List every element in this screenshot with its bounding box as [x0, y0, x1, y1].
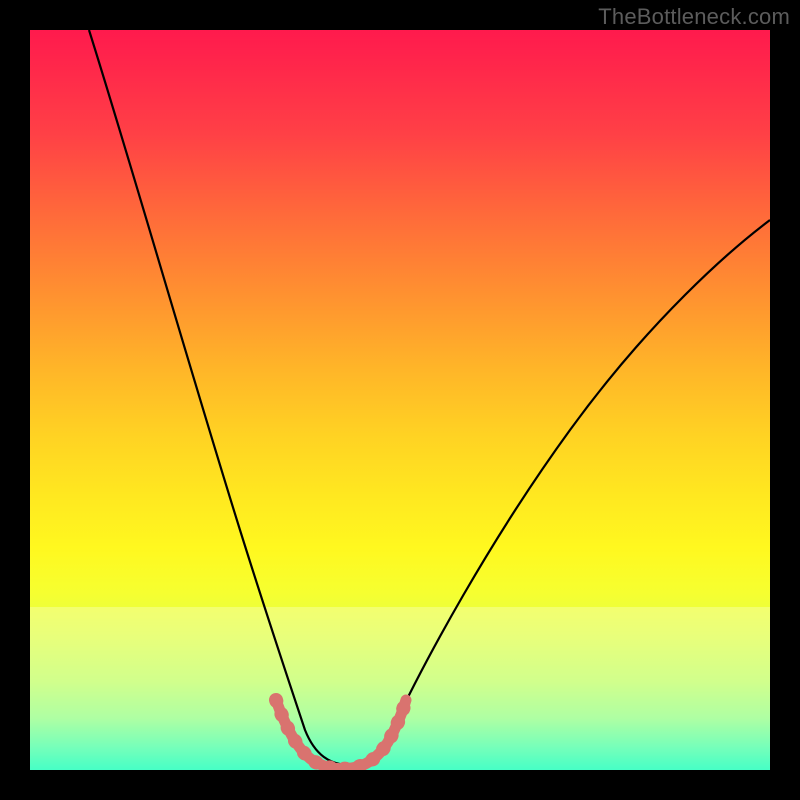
- valley-floor-highlight-fill: [276, 700, 406, 769]
- bottleneck-curve: [89, 30, 770, 765]
- bottleneck-curve-svg: [30, 30, 770, 770]
- plot-area: [30, 30, 770, 770]
- chart-frame: TheBottleneck.com: [0, 0, 800, 800]
- watermark-text: TheBottleneck.com: [598, 4, 790, 30]
